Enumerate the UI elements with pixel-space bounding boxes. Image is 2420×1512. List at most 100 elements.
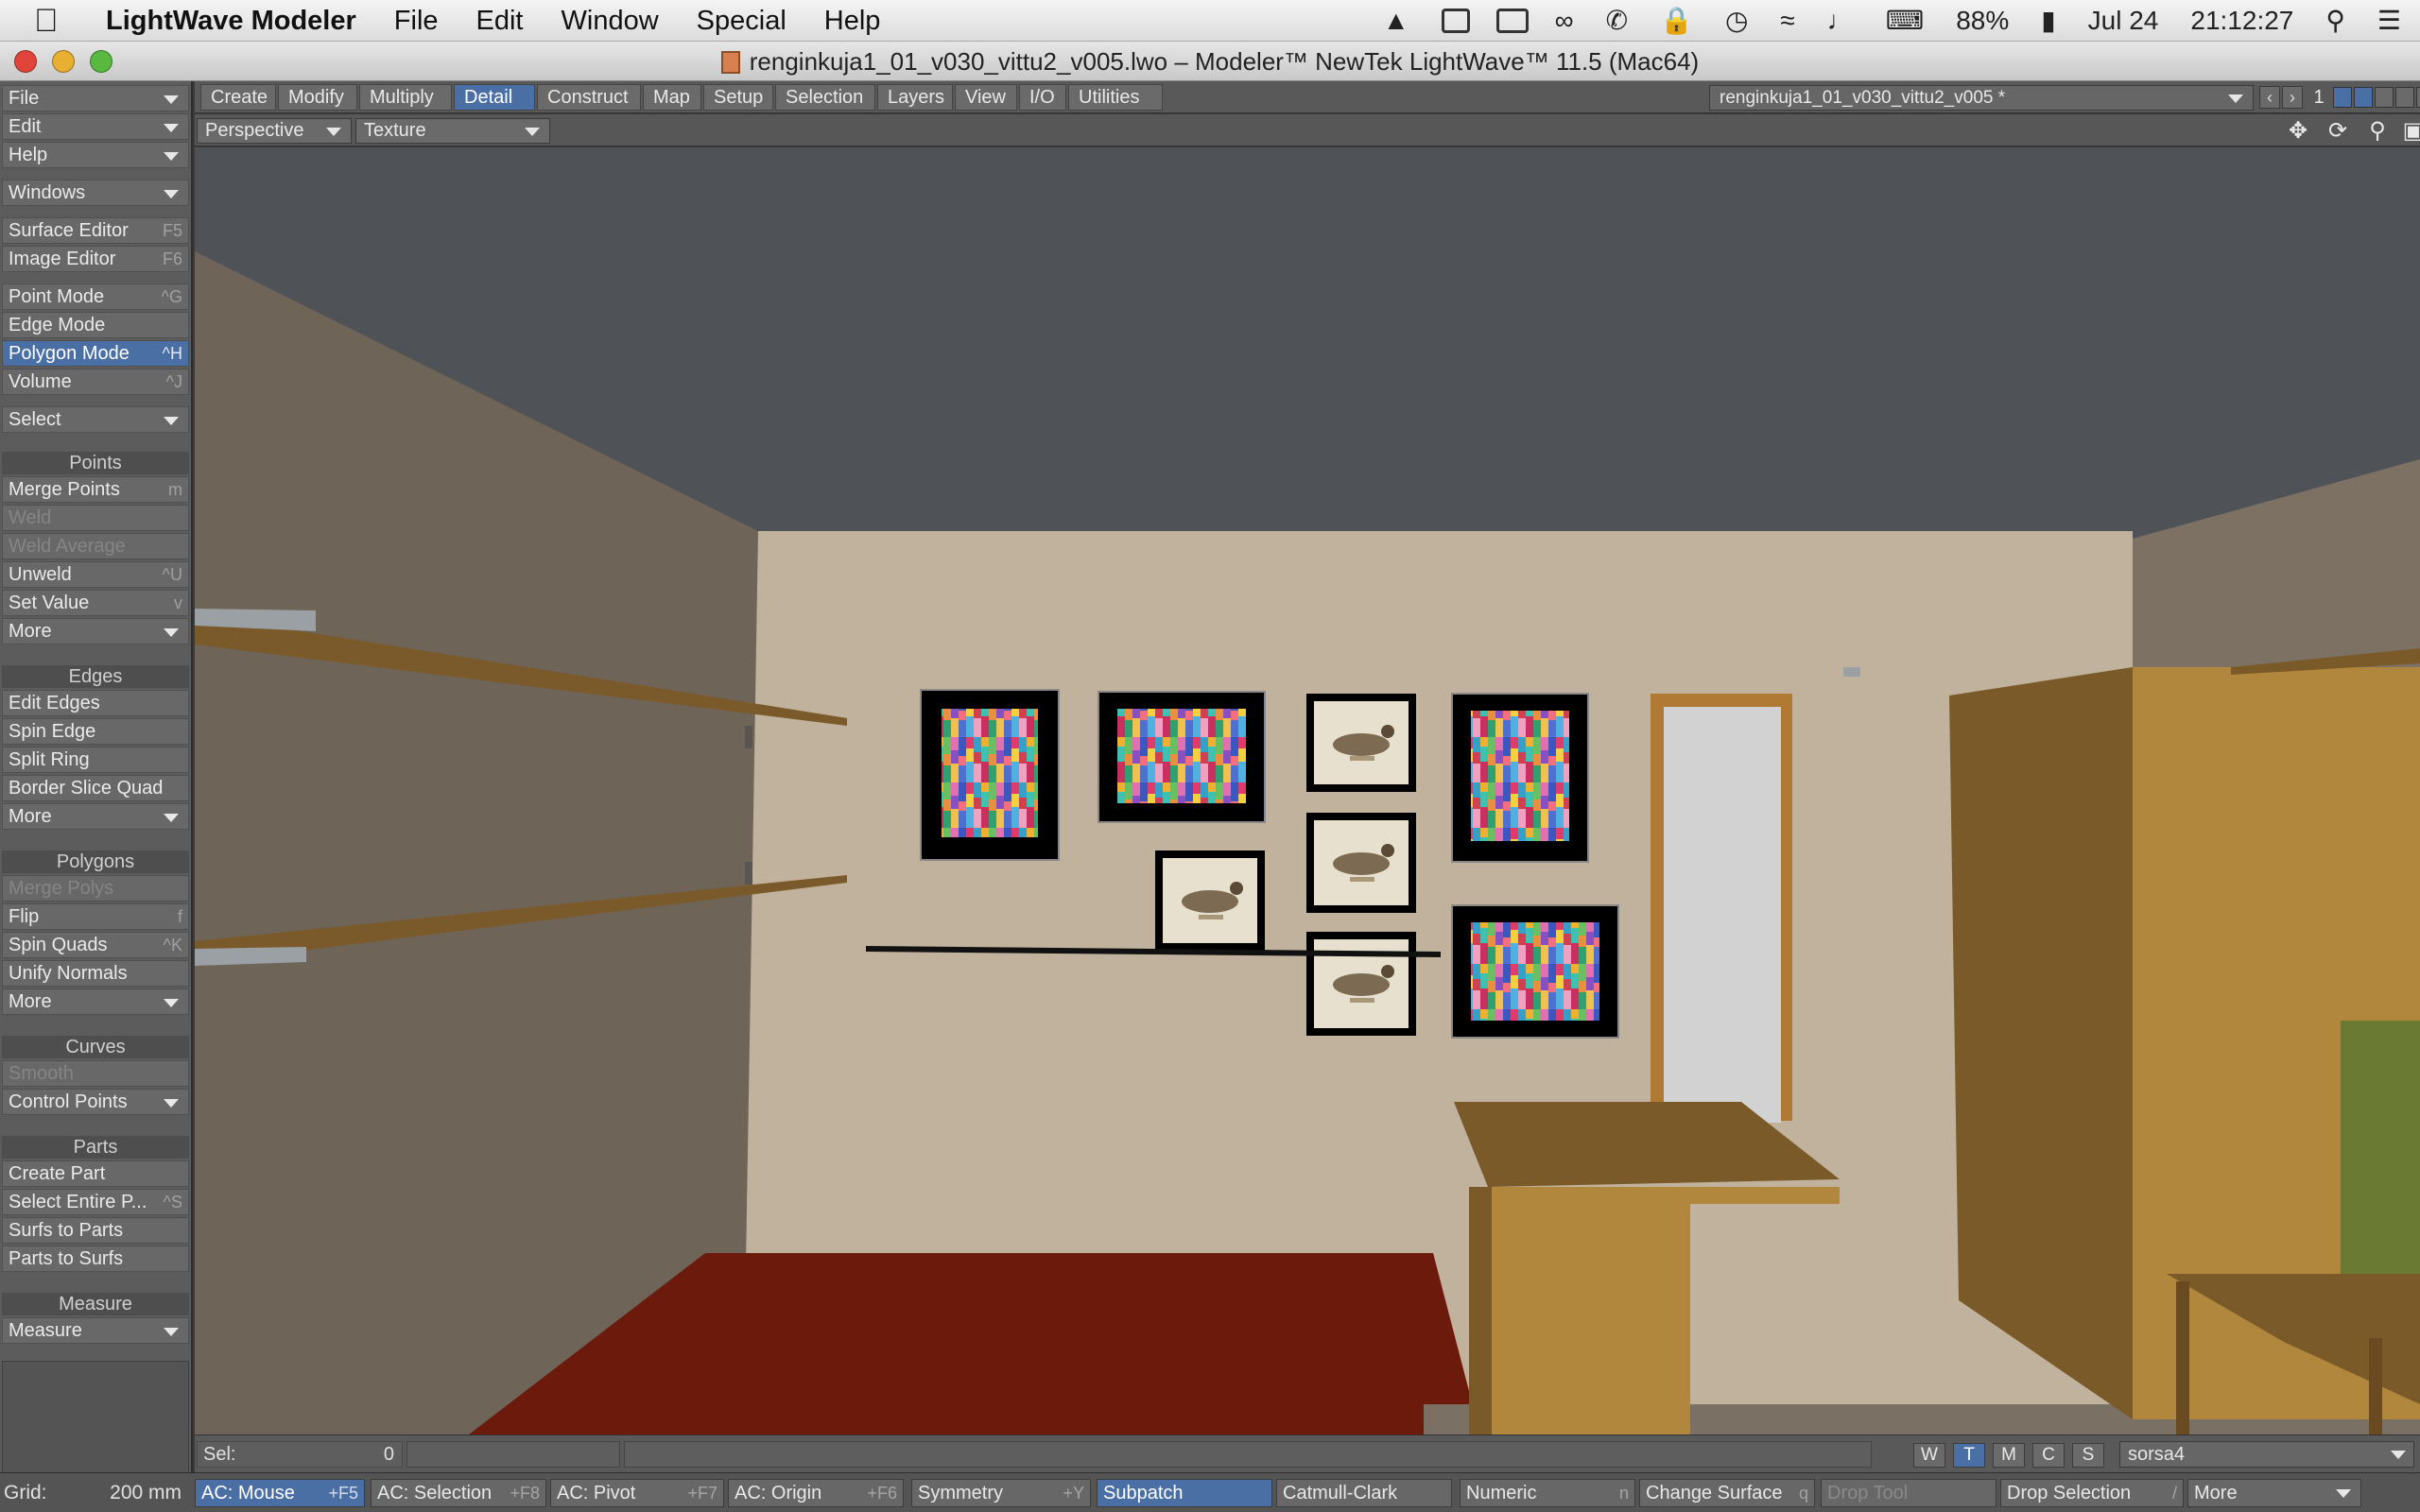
- points-more-dropdown[interactable]: More: [2, 618, 189, 644]
- edge-mode-button[interactable]: Edge Mode: [2, 312, 189, 338]
- polygon-mode-button[interactable]: Polygon Mode ^H: [2, 340, 189, 367]
- file-dropdown[interactable]: File: [2, 85, 189, 112]
- drive-icon[interactable]: ▲: [1383, 0, 1409, 42]
- change-surface-button[interactable]: Change Surface q: [1639, 1479, 1815, 1507]
- menubar-time[interactable]: 21:12:27: [2190, 0, 2293, 42]
- glasses-icon[interactable]: ∞: [1555, 0, 1574, 42]
- symmetry-button[interactable]: Symmetry +Y: [911, 1479, 1091, 1507]
- spin-quads-button[interactable]: Spin Quads ^K: [2, 932, 189, 958]
- ac-mouse-button[interactable]: AC: Mouse +F5: [195, 1479, 365, 1507]
- menu-special[interactable]: Special: [697, 0, 786, 42]
- edges-more-dropdown[interactable]: More: [2, 803, 189, 830]
- toggle-t[interactable]: T: [1953, 1443, 1985, 1468]
- ac-pivot-button[interactable]: AC: Pivot +F7: [550, 1479, 724, 1507]
- render-mode-dropdown[interactable]: Texture: [355, 118, 550, 144]
- layer-slot[interactable]: [2395, 87, 2414, 108]
- maximize-viewport-icon[interactable]: ▣: [2399, 119, 2420, 144]
- ac-origin-button[interactable]: AC: Origin +F6: [728, 1479, 904, 1507]
- flip-button[interactable]: Flip f: [2, 903, 189, 930]
- volume-icon[interactable]: ♩: [1827, 0, 1854, 42]
- object-selector[interactable]: renginkuja1_01_v030_vittu2_v005 *: [1709, 85, 2254, 111]
- menu-file[interactable]: File: [394, 0, 439, 42]
- tab-layers[interactable]: Layers: [877, 84, 953, 111]
- select-dropdown[interactable]: Select: [2, 406, 189, 433]
- edit-edges-button[interactable]: Edit Edges: [2, 690, 189, 716]
- tab-setup[interactable]: Setup: [703, 84, 773, 111]
- measure-dropdown[interactable]: Measure: [2, 1317, 189, 1344]
- merge-points-button[interactable]: Merge Points m: [2, 476, 189, 503]
- subpatch-button[interactable]: Subpatch: [1097, 1479, 1272, 1507]
- surface-dropdown[interactable]: sorsa4: [2119, 1441, 2414, 1468]
- point-mode-button[interactable]: Point Mode ^G: [2, 284, 189, 310]
- tab-create[interactable]: Create: [200, 84, 276, 111]
- tab-view[interactable]: View: [955, 84, 1017, 111]
- prev-layer-icon[interactable]: ‹: [2259, 86, 2280, 109]
- create-part-button[interactable]: Create Part: [2, 1160, 189, 1187]
- keyboard-icon[interactable]: ⌨: [1886, 0, 1924, 42]
- menubar-date[interactable]: Jul 24: [2088, 0, 2159, 42]
- notification-center-icon[interactable]: ☰: [2377, 0, 2401, 42]
- weld-button[interactable]: Weld: [2, 505, 189, 531]
- toggle-w[interactable]: W: [1913, 1443, 1945, 1468]
- toggle-s[interactable]: S: [2072, 1443, 2104, 1468]
- split-ring-button[interactable]: Split Ring: [2, 747, 189, 773]
- layer-slot[interactable]: [2416, 87, 2420, 108]
- control-points-dropdown[interactable]: Control Points: [2, 1089, 189, 1115]
- drop-selection-button[interactable]: Drop Selection /: [2000, 1479, 2184, 1507]
- perspective-viewport[interactable]: [195, 147, 2420, 1435]
- tab-multiply[interactable]: Multiply: [359, 84, 452, 111]
- tab-detail[interactable]: Detail: [454, 84, 535, 111]
- drop-tool-button[interactable]: Drop Tool: [1821, 1479, 1996, 1507]
- layer-slot[interactable]: [2375, 87, 2394, 108]
- battery-icon[interactable]: ▮: [2041, 0, 2055, 42]
- window-icon[interactable]: [1441, 9, 1470, 33]
- spin-edge-button[interactable]: Spin Edge: [2, 718, 189, 745]
- volume-button[interactable]: Volume ^J: [2, 369, 189, 395]
- time-machine-icon[interactable]: ◷: [1725, 0, 1748, 42]
- menu-help[interactable]: Help: [824, 0, 881, 42]
- surface-editor-button[interactable]: Surface Editor F5: [2, 217, 189, 244]
- view-type-dropdown[interactable]: Perspective: [197, 118, 352, 144]
- parts-to-surfs-button[interactable]: Parts to Surfs: [2, 1246, 189, 1272]
- surfs-to-parts-button[interactable]: Surfs to Parts: [2, 1217, 189, 1244]
- app-menu[interactable]: LightWave Modeler: [106, 0, 356, 42]
- toggle-m[interactable]: M: [1993, 1443, 2025, 1468]
- next-layer-icon[interactable]: ›: [2282, 86, 2303, 109]
- menu-edit[interactable]: Edit: [476, 0, 524, 42]
- toggle-c[interactable]: C: [2032, 1443, 2065, 1468]
- help-dropdown[interactable]: Help: [2, 142, 189, 168]
- edit-dropdown[interactable]: Edit: [2, 113, 189, 140]
- image-editor-button[interactable]: Image Editor F6: [2, 246, 189, 272]
- catmull-clark-dropdown[interactable]: Catmull-Clark: [1276, 1479, 1452, 1507]
- lock-icon[interactable]: 🔒: [1660, 0, 1693, 42]
- menu-window[interactable]: Window: [562, 0, 659, 42]
- zoom-icon[interactable]: ⚲: [2363, 119, 2392, 144]
- tab-construct[interactable]: Construct: [537, 84, 641, 111]
- phone-icon[interactable]: ✆: [1606, 0, 1628, 42]
- wifi-icon[interactable]: ≈: [1780, 0, 1794, 42]
- polygons-more-dropdown[interactable]: More: [2, 988, 189, 1015]
- border-slice-quad-button[interactable]: Border Slice Quad: [2, 775, 189, 801]
- tab-map[interactable]: Map: [643, 84, 701, 111]
- spotlight-search-icon[interactable]: ⚲: [2325, 0, 2345, 42]
- unweld-button[interactable]: Unweld ^U: [2, 561, 189, 588]
- merge-polys-button[interactable]: Merge Polys: [2, 875, 189, 902]
- smooth-button[interactable]: Smooth: [2, 1060, 189, 1087]
- set-value-button[interactable]: Set Value v: [2, 590, 189, 616]
- apple-menu-icon[interactable]: : [34, 0, 72, 42]
- numeric-button[interactable]: Numeric n: [1460, 1479, 1635, 1507]
- more-dropdown[interactable]: More: [2187, 1479, 2361, 1507]
- unify-normals-button[interactable]: Unify Normals: [2, 960, 189, 987]
- windows-dropdown[interactable]: Windows: [2, 180, 189, 206]
- layer-slot[interactable]: [2333, 87, 2352, 108]
- battery-percent[interactable]: 88%: [1956, 0, 2009, 42]
- weld-average-button[interactable]: Weld Average: [2, 533, 189, 559]
- tab-io[interactable]: I/O: [1019, 84, 1066, 111]
- display-icon[interactable]: [1495, 9, 1529, 33]
- tab-selection[interactable]: Selection: [775, 84, 875, 111]
- tab-modify[interactable]: Modify: [278, 84, 357, 111]
- tab-utilities[interactable]: Utilities: [1068, 84, 1163, 111]
- layer-slot[interactable]: [2354, 87, 2373, 108]
- select-entire-part-button[interactable]: Select Entire P... ^S: [2, 1189, 189, 1215]
- rotate-icon[interactable]: ⟳: [2324, 119, 2352, 144]
